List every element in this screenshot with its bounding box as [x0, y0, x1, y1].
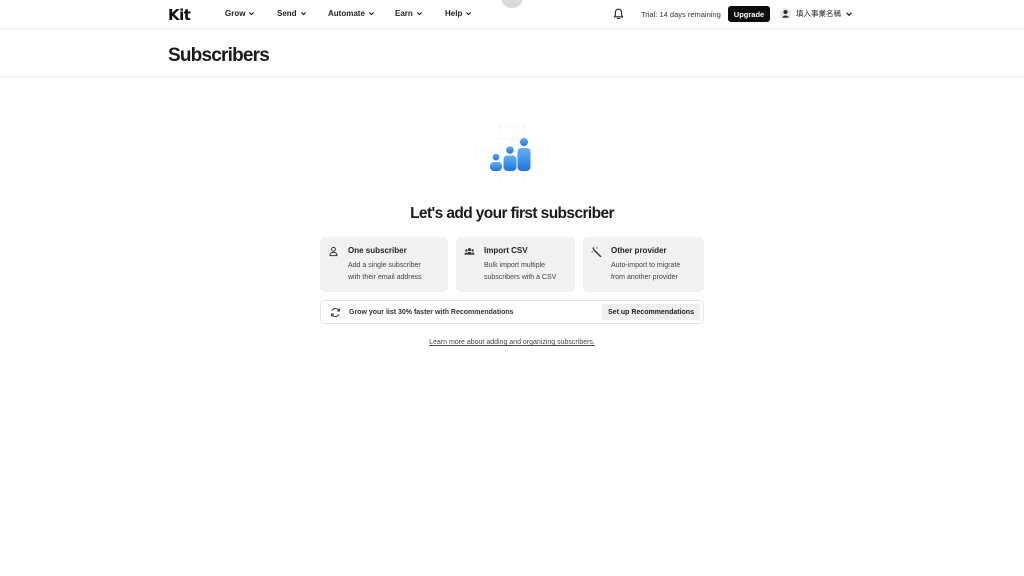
page-title: Subscribers [168, 45, 270, 66]
nav-earn[interactable]: Earn [395, 9, 423, 18]
bell-icon[interactable] [613, 8, 624, 20]
nav-help[interactable]: Help [445, 9, 472, 18]
page-header: Subscribers [0, 29, 1024, 77]
loading-indicator [501, 0, 523, 8]
empty-state-title: Let's add your first subscriber [410, 205, 614, 222]
one-subscriber-card[interactable]: One subscriber Add a single subscriber w… [320, 237, 448, 292]
account-menu[interactable]: 填入事業名稱 [780, 8, 841, 19]
trial-status: Trial: 14 days remaining [641, 10, 721, 19]
card-title: Other provider [611, 246, 667, 255]
set-up-recommendations-button[interactable]: Set up Recommendations [602, 304, 700, 320]
account-name: 填入事業名稱 [796, 9, 841, 18]
other-provider-card[interactable]: Other provider Auto-import to migrate fr… [583, 237, 704, 292]
nav-automate[interactable]: Automate [328, 9, 375, 18]
chevron-down-icon [249, 12, 255, 16]
learn-more-container: Learn more about adding and organizing s… [0, 339, 1024, 346]
nav-automate-label: Automate [328, 9, 365, 18]
nav-earn-label: Earn [395, 9, 413, 18]
avatar-icon [780, 8, 791, 19]
chevron-down-icon[interactable] [845, 10, 853, 18]
card-description: Auto-import to migrate from another prov… [611, 262, 681, 281]
nav-grow[interactable]: Grow [225, 9, 255, 18]
recommendations-text: Grow your list 30% faster with Recommend… [349, 308, 514, 316]
nav-send[interactable]: Send [277, 9, 307, 18]
chevron-down-icon [416, 12, 422, 16]
card-title: Import CSV [484, 246, 528, 255]
refresh-icon [330, 307, 341, 318]
top-navigation-bar: Kit Grow Send Automate Earn Help Trial: … [0, 0, 1024, 29]
nav-grow-label: Grow [225, 9, 246, 18]
nav-send-label: Send [277, 9, 297, 18]
kit-logo[interactable]: Kit [168, 6, 191, 24]
subscribers-illustration [462, 103, 562, 198]
people-icon [464, 248, 475, 255]
card-title: One subscriber [348, 246, 407, 255]
chevron-down-icon [466, 12, 472, 16]
learn-more-link[interactable]: Learn more about adding and organizing s… [429, 339, 595, 346]
recommendations-banner: Grow your list 30% faster with Recommend… [320, 300, 704, 324]
nav-help-label: Help [445, 9, 463, 18]
person-icon [329, 246, 338, 257]
magic-wand-icon [591, 246, 602, 257]
import-csv-card[interactable]: Import CSV Bulk import multiple subscrib… [456, 237, 575, 292]
card-description: Add a single subscriber with their email… [348, 262, 422, 281]
card-description: Bulk import multiple subscribers with a … [484, 262, 557, 281]
upgrade-button[interactable]: Upgrade [728, 6, 770, 22]
chevron-down-icon [368, 12, 374, 16]
chevron-down-icon [300, 12, 306, 16]
